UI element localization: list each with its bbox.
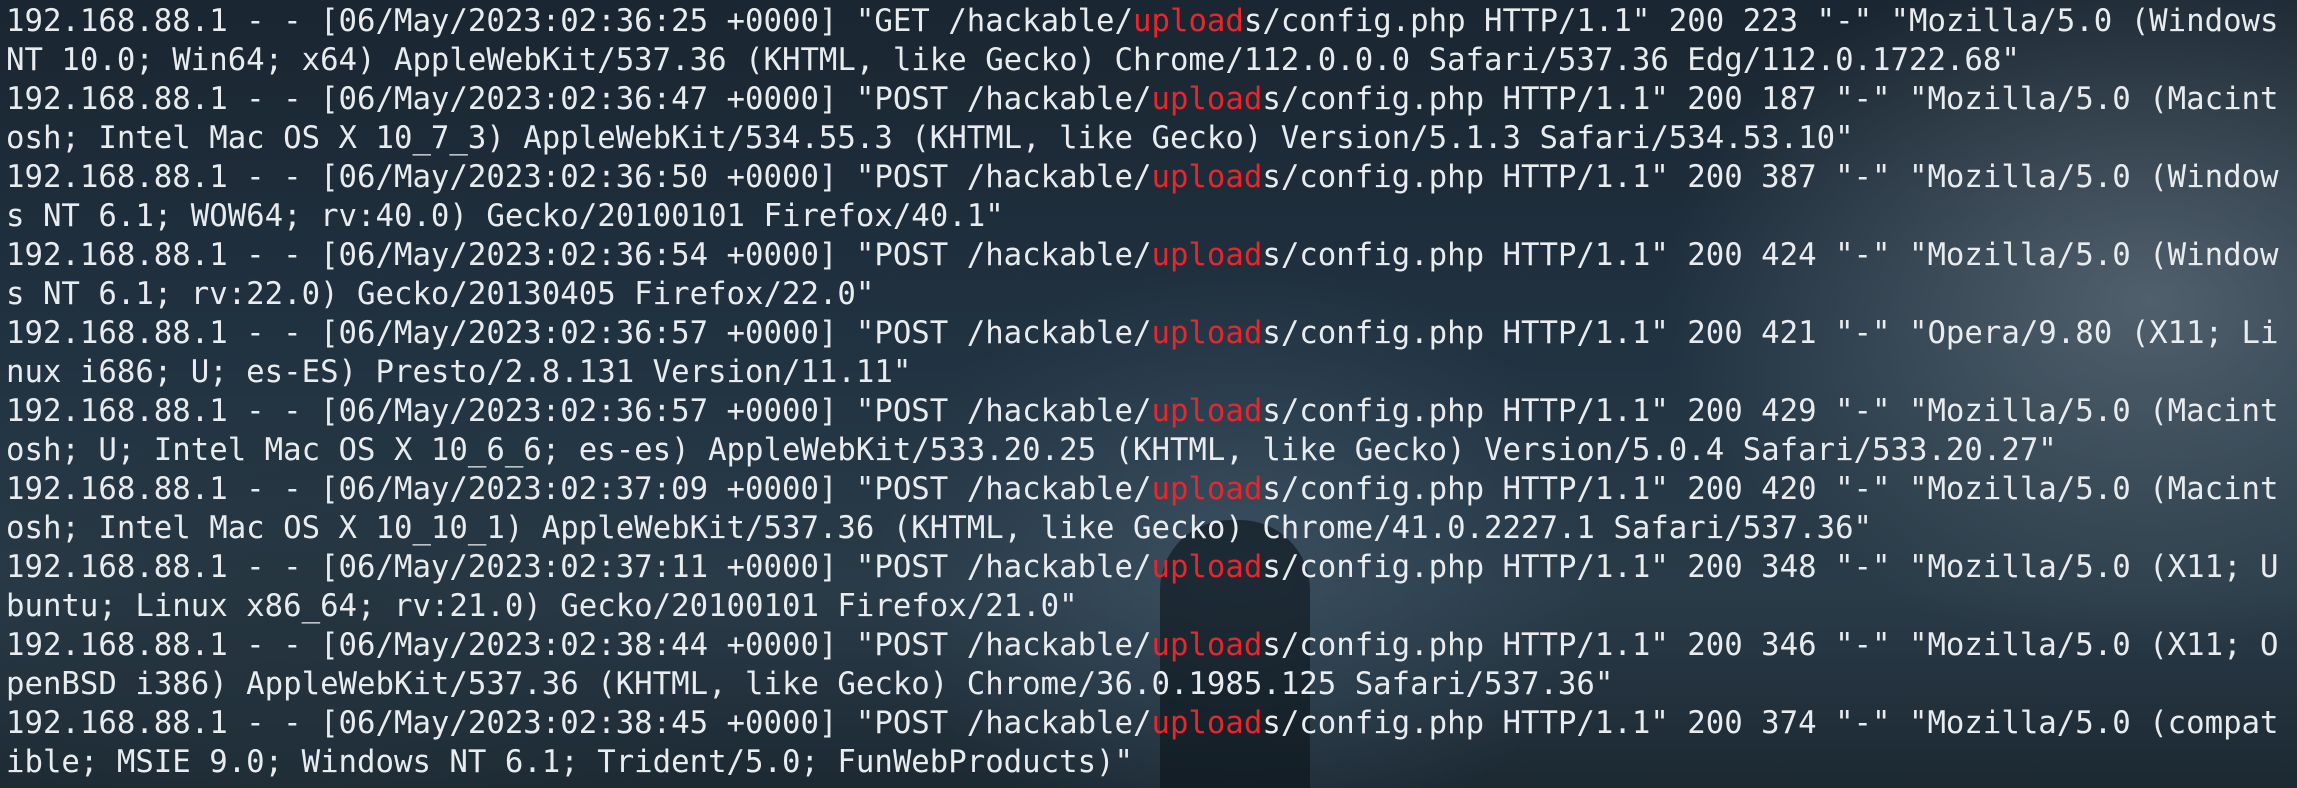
- log-line: 192.168.88.1 - - [06/May/2023:02:36:54 +…: [6, 236, 2292, 314]
- search-highlight: upload: [1133, 4, 1244, 39]
- log-text: 192.168.88.1 - - [06/May/2023:02:38:45 +…: [6, 706, 1152, 741]
- search-highlight: upload: [1151, 550, 1263, 585]
- log-line: 192.168.88.1 - - [06/May/2023:02:38:45 +…: [6, 704, 2292, 782]
- log-text: 192.168.88.1 - - [06/May/2023:02:36:50 +…: [6, 160, 1152, 195]
- search-highlight: upload: [1151, 394, 1263, 429]
- log-text: 192.168.88.1 - - [06/May/2023:02:38:44 +…: [6, 628, 1152, 663]
- search-highlight: upload: [1151, 160, 1263, 195]
- search-highlight: upload: [1151, 316, 1263, 351]
- log-line: 192.168.88.1 - - [06/May/2023:02:36:25 +…: [6, 2, 2292, 80]
- search-highlight: upload: [1151, 472, 1263, 507]
- log-line: 192.168.88.1 - - [06/May/2023:02:36:47 +…: [6, 80, 2292, 158]
- log-line: 192.168.88.1 - - [06/May/2023:02:36:57 +…: [6, 314, 2292, 392]
- log-text: 192.168.88.1 - - [06/May/2023:02:36:57 +…: [6, 394, 1152, 429]
- log-line: 192.168.88.1 - - [06/May/2023:02:36:50 +…: [6, 158, 2292, 236]
- search-highlight: upload: [1151, 628, 1263, 663]
- log-line: 192.168.88.1 - - [06/May/2023:02:38:44 +…: [6, 626, 2292, 704]
- log-line: 192.168.88.1 - - [06/May/2023:02:36:57 +…: [6, 392, 2292, 470]
- log-text: 192.168.88.1 - - [06/May/2023:02:37:11 +…: [6, 550, 1152, 585]
- log-text: 192.168.88.1 - - [06/May/2023:02:36:25 +…: [6, 4, 1134, 39]
- log-text: 192.168.88.1 - - [06/May/2023:02:36:54 +…: [6, 238, 1152, 273]
- search-highlight: upload: [1151, 706, 1263, 741]
- log-line: 192.168.88.1 - - [06/May/2023:02:37:11 +…: [6, 548, 2292, 626]
- search-highlight: upload: [1151, 82, 1263, 117]
- log-text: 192.168.88.1 - - [06/May/2023:02:36:57 +…: [6, 316, 1152, 351]
- search-highlight: upload: [1151, 238, 1263, 273]
- log-text: 192.168.88.1 - - [06/May/2023:02:37:09 +…: [6, 472, 1152, 507]
- log-text: 192.168.88.1 - - [06/May/2023:02:36:47 +…: [6, 82, 1152, 117]
- terminal-output[interactable]: 192.168.88.1 - - [06/May/2023:02:36:25 +…: [6, 2, 2292, 786]
- log-line: 192.168.88.1 - - [06/May/2023:02:37:09 +…: [6, 470, 2292, 548]
